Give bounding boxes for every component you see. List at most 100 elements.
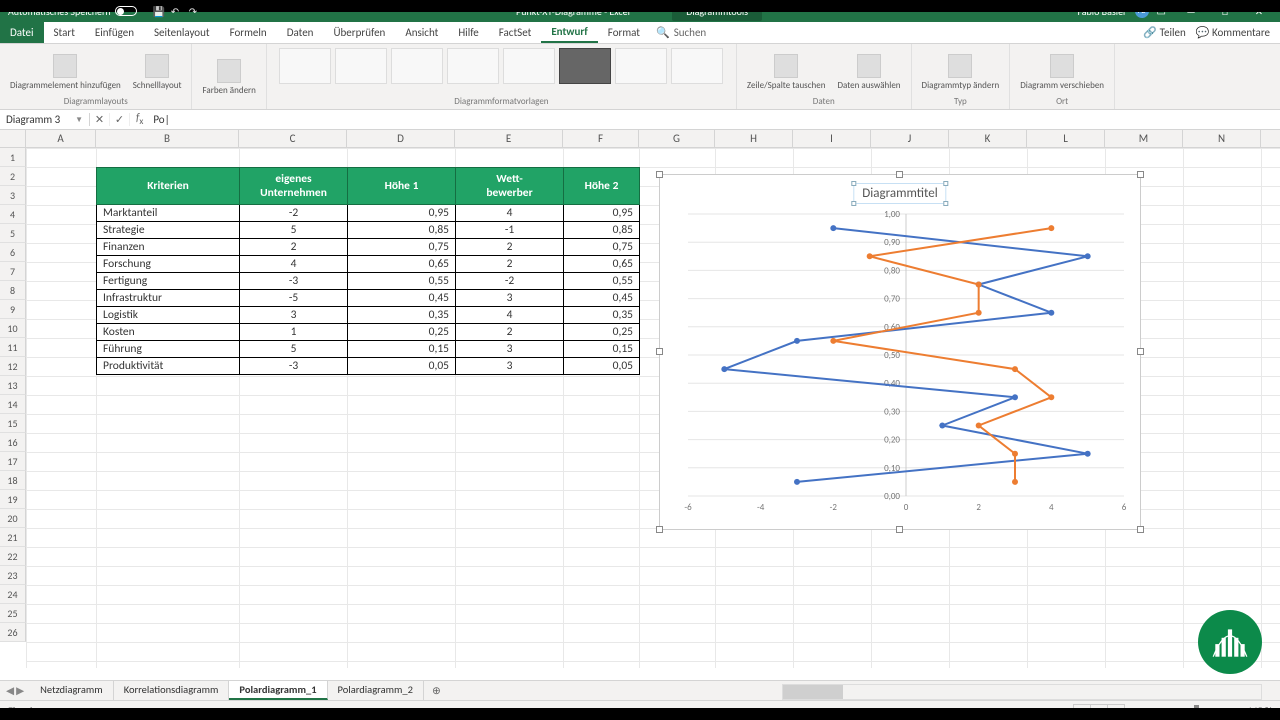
sheet-tab[interactable]: Netzdiagramm <box>30 681 114 700</box>
chart-style-thumb[interactable] <box>559 48 611 84</box>
horizontal-scrollbar[interactable] <box>782 684 1262 700</box>
row-header-25[interactable]: 25 <box>0 604 26 623</box>
table-cell[interactable]: Führung <box>97 341 240 358</box>
undo-icon[interactable]: ↶ <box>171 5 183 17</box>
add-chart-element-button[interactable]: Diagrammelement hinzufügen <box>6 52 125 93</box>
table-cell[interactable]: 0,05 <box>564 358 640 375</box>
row-header-15[interactable]: 15 <box>0 414 26 433</box>
change-colors-button[interactable]: Farben ändern <box>198 57 259 98</box>
table-cell[interactable]: -5 <box>240 290 348 307</box>
tab-start[interactable]: Start <box>44 22 85 43</box>
chart-styles-gallery[interactable] <box>279 48 723 84</box>
table-cell[interactable]: 4 <box>456 205 564 222</box>
table-cell[interactable]: Fertigung <box>97 273 240 290</box>
tab-überprüfen[interactable]: Überprüfen <box>323 22 395 43</box>
table-cell[interactable]: 2 <box>240 239 348 256</box>
row-header-4[interactable]: 4 <box>0 205 26 224</box>
table-cell[interactable]: 1 <box>240 324 348 341</box>
enter-formula-icon[interactable]: ✓ <box>110 113 130 126</box>
table-cell[interactable]: Logistik <box>97 307 240 324</box>
chart-style-thumb[interactable] <box>391 48 443 84</box>
table-cell[interactable]: 0,85 <box>348 222 456 239</box>
table-cell[interactable]: Infrastruktur <box>97 290 240 307</box>
row-header-13[interactable]: 13 <box>0 376 26 395</box>
table-cell[interactable]: -3 <box>240 358 348 375</box>
col-header-I[interactable]: I <box>793 130 871 147</box>
col-header-D[interactable]: D <box>347 130 455 147</box>
row-header-18[interactable]: 18 <box>0 471 26 490</box>
row-header-7[interactable]: 7 <box>0 262 26 281</box>
col-header-H[interactable]: H <box>715 130 793 147</box>
row-header-11[interactable]: 11 <box>0 338 26 357</box>
table-cell[interactable]: Produktivität <box>97 358 240 375</box>
table-cell[interactable]: 0,65 <box>564 256 640 273</box>
col-header-C[interactable]: C <box>239 130 347 147</box>
row-header-10[interactable]: 10 <box>0 319 26 338</box>
table-cell[interactable]: Marktanteil <box>97 205 240 222</box>
share-button[interactable]: 🔗 Teilen <box>1143 26 1185 39</box>
table-cell[interactable]: 0,75 <box>564 239 640 256</box>
col-header-J[interactable]: J <box>871 130 949 147</box>
tab-hilfe[interactable]: Hilfe <box>448 22 488 43</box>
table-cell[interactable]: 3 <box>456 341 564 358</box>
col-header-E[interactable]: E <box>455 130 563 147</box>
switch-row-col-button[interactable]: Zeile/Spalte tauschen <box>743 52 830 93</box>
table-cell[interactable]: 0,75 <box>348 239 456 256</box>
chart-object[interactable]: Diagrammtitel 0,000,100,200,300,400,500,… <box>659 174 1141 530</box>
select-data-button[interactable]: Daten auswählen <box>833 52 904 93</box>
row-header-17[interactable]: 17 <box>0 452 26 471</box>
table-cell[interactable]: 3 <box>456 290 564 307</box>
col-header-G[interactable]: G <box>639 130 715 147</box>
sheet-tab[interactable]: Korrelationsdiagramm <box>114 681 230 700</box>
row-header-12[interactable]: 12 <box>0 357 26 376</box>
change-chart-type-button[interactable]: Diagrammtyp ändern <box>918 52 1004 93</box>
quick-layout-button[interactable]: Schnelllayout <box>129 52 186 93</box>
move-chart-button[interactable]: Diagramm verschieben <box>1016 52 1108 93</box>
row-header-8[interactable]: 8 <box>0 281 26 300</box>
row-header-9[interactable]: 9 <box>0 300 26 319</box>
col-header-B[interactable]: B <box>96 130 239 147</box>
row-header-22[interactable]: 22 <box>0 547 26 566</box>
table-cell[interactable]: 0,35 <box>564 307 640 324</box>
table-cell[interactable]: 3 <box>240 307 348 324</box>
col-header-A[interactable]: A <box>26 130 96 147</box>
table-cell[interactable]: 4 <box>456 307 564 324</box>
table-cell[interactable]: 0,05 <box>348 358 456 375</box>
chart-style-thumb[interactable] <box>447 48 499 84</box>
table-cell[interactable]: 2 <box>456 324 564 341</box>
chart-title[interactable]: Diagrammtitel <box>853 183 946 204</box>
tab-ansicht[interactable]: Ansicht <box>395 22 448 43</box>
sheet-tab[interactable]: Polardiagramm_2 <box>328 681 424 700</box>
tab-seitenlayout[interactable]: Seitenlayout <box>144 22 220 43</box>
table-cell[interactable]: 0,95 <box>564 205 640 222</box>
row-header-5[interactable]: 5 <box>0 224 26 243</box>
sheet-nav-prev-icon[interactable]: ◀ <box>6 684 14 697</box>
chart-style-thumb[interactable] <box>671 48 723 84</box>
row-header-26[interactable]: 26 <box>0 623 26 642</box>
chart-plot-area[interactable]: 0,000,100,200,300,400,500,600,700,800,90… <box>660 204 1142 524</box>
table-cell[interactable]: 0,15 <box>348 341 456 358</box>
tab-entwurf[interactable]: Entwurf <box>541 22 597 43</box>
chart-style-thumb[interactable] <box>335 48 387 84</box>
row-header-3[interactable]: 3 <box>0 186 26 205</box>
table-cell[interactable]: -2 <box>240 205 348 222</box>
formula-input[interactable]: Po <box>149 113 1280 126</box>
col-header-F[interactable]: F <box>563 130 639 147</box>
chevron-down-icon[interactable]: ▼ <box>75 115 83 125</box>
row-header-23[interactable]: 23 <box>0 566 26 585</box>
tab-daten[interactable]: Daten <box>277 22 324 43</box>
tab-format[interactable]: Format <box>598 22 650 43</box>
tell-me-search[interactable]: 🔍 Suchen <box>656 22 706 43</box>
table-cell[interactable]: 3 <box>456 358 564 375</box>
table-cell[interactable]: 5 <box>240 222 348 239</box>
redo-icon[interactable]: ↷ <box>189 5 201 17</box>
row-header-20[interactable]: 20 <box>0 509 26 528</box>
row-header-24[interactable]: 24 <box>0 585 26 604</box>
table-cell[interactable]: 2 <box>456 239 564 256</box>
comments-button[interactable]: 💬 Kommentare <box>1196 26 1270 39</box>
col-header-N[interactable]: N <box>1183 130 1261 147</box>
chart-style-thumb[interactable] <box>503 48 555 84</box>
table-cell[interactable]: 0,25 <box>348 324 456 341</box>
tab-einfügen[interactable]: Einfügen <box>85 22 144 43</box>
chart-style-thumb[interactable] <box>615 48 667 84</box>
